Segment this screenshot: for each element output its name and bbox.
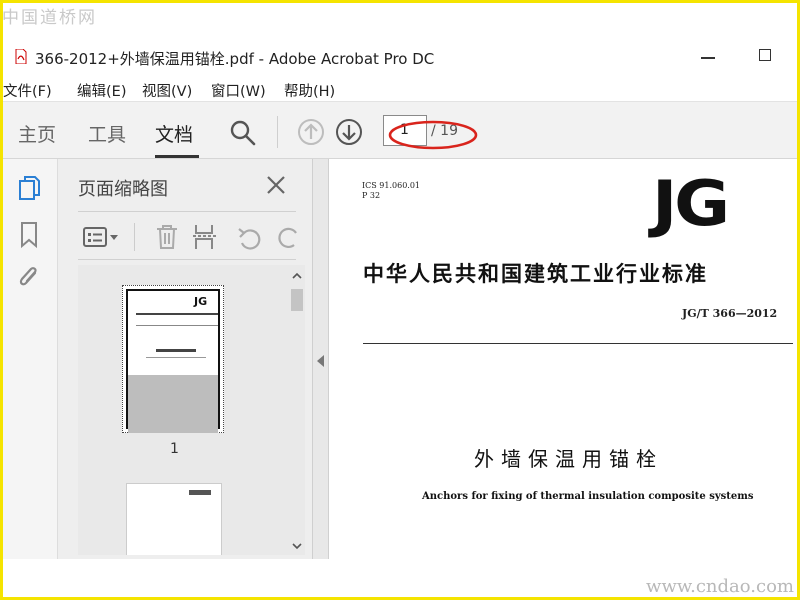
toolbar-separator [277, 116, 278, 148]
thumbnail-lower-shade [128, 375, 218, 433]
tab-home[interactable]: 主页 [18, 120, 56, 147]
document-p-code: P 32 [362, 191, 381, 200]
rotate-left-icon[interactable] [236, 225, 264, 251]
scroll-up-icon[interactable] [291, 271, 303, 281]
document-title: 外墙保温用锚栓 [474, 447, 663, 471]
page-thumbnail-2[interactable] [126, 483, 222, 555]
search-icon[interactable] [229, 119, 257, 147]
thumbnail-panel: 页面缩略图 JG 1 [57, 159, 313, 559]
scrollbar-thumb[interactable] [291, 289, 303, 311]
document-jg-logo: JG [652, 167, 730, 240]
tab-tools[interactable]: 工具 [88, 120, 126, 147]
thumbnail-header-line [136, 313, 218, 315]
thumbnail-subtitle-line [146, 357, 206, 358]
menu-bar: 文件(F) 编辑(E) 视图(V) 窗口(W) 帮助(H) [3, 77, 797, 101]
panel-divider [78, 259, 296, 260]
trash-icon[interactable] [154, 223, 180, 251]
window-title: 366-2012+外墙保温用锚栓.pdf - Adobe Acrobat Pro… [35, 50, 435, 68]
active-tab-indicator [155, 155, 199, 158]
panel-divider [78, 211, 296, 212]
menu-view[interactable]: 视图(V) [142, 80, 192, 101]
extract-pages-icon[interactable] [192, 223, 220, 251]
panel-collapse-strip[interactable] [313, 159, 329, 559]
previous-page-icon[interactable] [297, 118, 325, 146]
close-icon[interactable] [264, 173, 288, 197]
watermark-top-left: 中国道桥网 [2, 8, 97, 28]
thumbnail-title-line [156, 349, 196, 352]
thumbnail-preview: JG [126, 289, 220, 433]
tab-document[interactable]: 文档 [155, 120, 193, 147]
thumbnail-logo-mark [189, 490, 211, 495]
menu-window[interactable]: 窗口(W) [211, 80, 266, 101]
thumbnail-scrollbar[interactable] [287, 265, 305, 555]
pdf-file-icon [15, 49, 27, 64]
red-annotation-ellipse [388, 120, 478, 150]
document-ics: ICS 91.060.01 P 32 [362, 181, 420, 201]
panel-title: 页面缩略图 [78, 179, 168, 200]
thumbnail-page-number: 1 [170, 441, 179, 457]
panel-toolbar-separator [134, 223, 135, 251]
menu-edit[interactable]: 编辑(E) [77, 80, 126, 101]
document-ics-code: ICS 91.060.01 [362, 181, 421, 190]
options-menu-icon[interactable] [82, 225, 122, 251]
page-thumbnails-icon[interactable] [17, 175, 43, 203]
document-code: JG/T 366—2012 [682, 307, 778, 320]
panel-toolbar [78, 219, 298, 255]
left-navigation-rail [3, 159, 57, 559]
document-view[interactable]: ICS 91.060.01 P 32 JG 中华人民共和国建筑工业行业标准 JG… [330, 159, 797, 559]
watermark-bottom-right: www.cndao.com [646, 576, 794, 597]
app-window: 366-2012+外墙保温用锚栓.pdf - Adobe Acrobat Pro… [3, 3, 797, 597]
bookmark-icon[interactable] [19, 221, 41, 249]
next-page-icon[interactable] [335, 118, 363, 146]
minimize-button[interactable] [701, 57, 715, 59]
menu-help[interactable]: 帮助(H) [284, 80, 335, 101]
title-bar: 366-2012+外墙保温用锚栓.pdf - Adobe Acrobat Pro… [3, 39, 797, 73]
scroll-down-icon[interactable] [291, 541, 303, 551]
page-thumbnail-1[interactable]: JG [122, 285, 224, 433]
document-subtitle: Anchors for fixing of thermal insulation… [422, 491, 754, 502]
attachment-icon[interactable] [17, 263, 41, 293]
thumbnail-rule [136, 325, 218, 326]
document-rule [363, 343, 793, 344]
maximize-button[interactable] [759, 49, 771, 61]
thumbnail-logo: JG [194, 295, 208, 308]
document-standard-title: 中华人民共和国建筑工业行业标准 [363, 262, 708, 286]
menu-file[interactable]: 文件(F) [3, 80, 52, 101]
thumbnail-list: JG 1 [78, 265, 288, 555]
rotate-right-icon[interactable] [276, 225, 298, 251]
collapse-arrow-icon[interactable] [317, 355, 324, 367]
